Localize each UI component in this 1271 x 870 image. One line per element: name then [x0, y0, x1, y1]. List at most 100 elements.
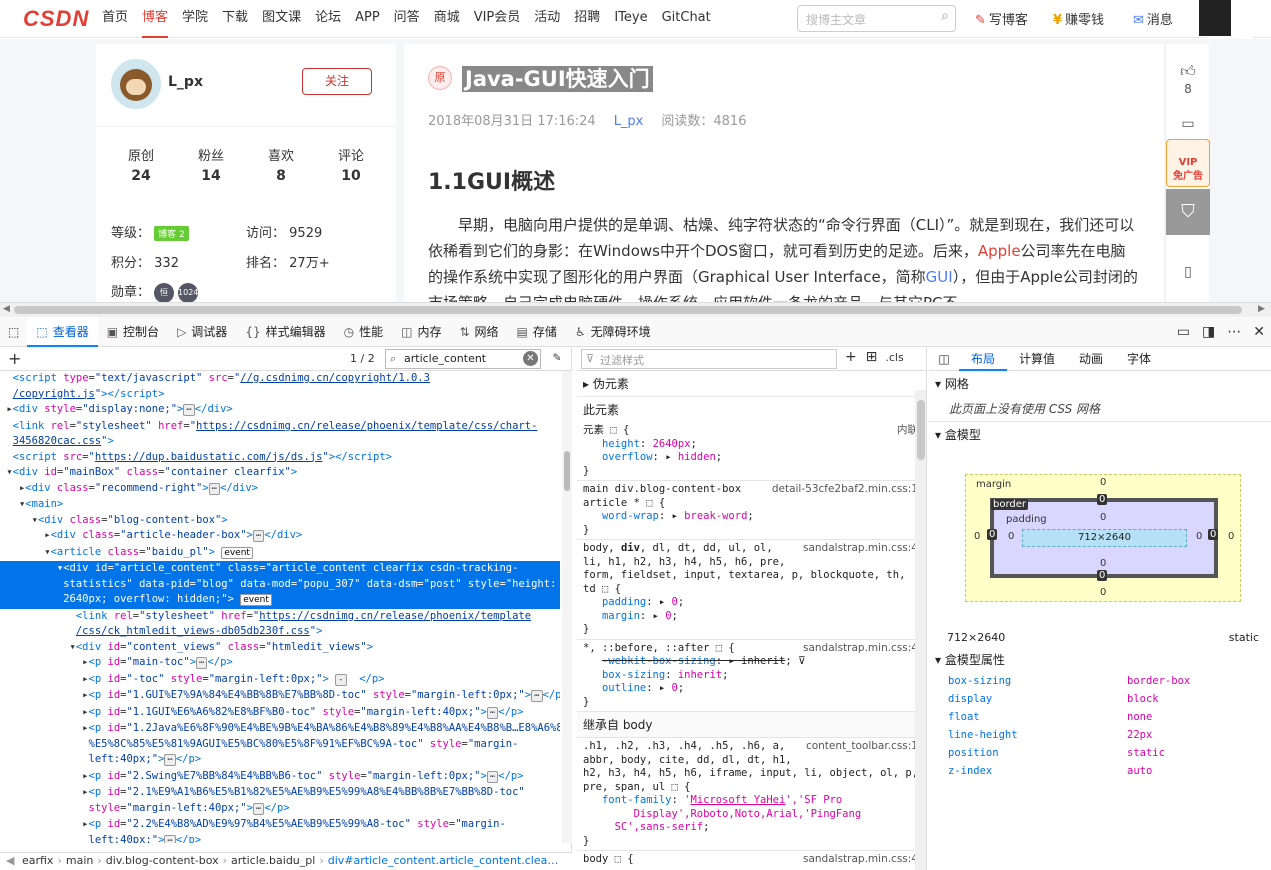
markup-node[interactable]: ▸<p id="2.1%E9%A1%B6%E5%B1%82%E5%AE%B9%E…	[0, 785, 560, 801]
markup-node[interactable]: ▸<p id="2.Swing%E7%BB%84%E4%BB%B6-toc" s…	[0, 769, 560, 786]
add-rule-icon[interactable]: +	[845, 349, 857, 365]
margin-left-value[interactable]: 0	[974, 531, 980, 542]
filter-styles-input[interactable]: ⊽ 过滤样式	[581, 349, 837, 369]
close-devtools-icon[interactable]: ✕	[1253, 324, 1265, 340]
nav-item-8[interactable]: 商城	[434, 0, 460, 38]
box-property-value[interactable]: none	[1127, 708, 1152, 726]
scroll-left-icon[interactable]: ◀	[3, 304, 10, 314]
boxprops-toggle[interactable]: ▾ 盒模型属性	[935, 649, 1265, 672]
markup-node[interactable]: <script type="text/javascript" src="//g.…	[0, 371, 560, 387]
markup-node[interactable]: <link rel="stylesheet" href="https://csd…	[0, 419, 560, 435]
markup-node[interactable]: ▸<p id="1.GUI%E7%9A%84%E4%BB%8B%E7%BB%8D…	[0, 688, 560, 705]
markup-node[interactable]: 3456820cac.css">	[0, 434, 560, 450]
boxmodel-section-toggle[interactable]: ▾ 盒模型	[929, 421, 1271, 447]
pseudo-elements-toggle[interactable]: ▸ 伪元素	[577, 371, 926, 397]
eyedropper-icon[interactable]: ✎	[553, 350, 561, 365]
devtools-tab-0[interactable]: ⬚ 查看器	[27, 316, 98, 347]
shield-icon[interactable]: ⛉	[1166, 189, 1210, 235]
box-property-value[interactable]: 22px	[1127, 726, 1152, 744]
markup-node[interactable]: ▾<article class="baidu_pl"> event	[0, 545, 560, 562]
search-input[interactable]: 搜博主文章 ⌕	[797, 5, 956, 32]
nav-item-12[interactable]: ITeye	[614, 0, 647, 38]
element-picker-icon[interactable]: ⬚	[0, 317, 27, 347]
devtools-tab-7[interactable]: ▤ 存储	[508, 317, 566, 347]
stat-likes[interactable]: 喜欢 8	[246, 145, 316, 184]
nav-item-13[interactable]: GitChat	[662, 0, 711, 38]
breadcrumb-item[interactable]: main	[66, 854, 93, 867]
border-top-value[interactable]: 0	[1097, 494, 1108, 505]
nav-item-1[interactable]: 博客	[142, 0, 169, 38]
markup-node[interactable]: ▸<div style="display:none;"> ⋯ </div>	[0, 402, 560, 419]
markup-node[interactable]: ▸<p id="1.2Java%E6%8F%90%E4%BE%9B%E4%BA%…	[0, 721, 560, 737]
apple-link[interactable]: Apple	[978, 242, 1021, 260]
box-property-value[interactable]: block	[1127, 690, 1159, 708]
breadcrumb-item[interactable]: div.blog-content-box	[106, 854, 219, 867]
nav-item-10[interactable]: 活动	[534, 0, 560, 38]
margin-top-value[interactable]: 0	[1100, 477, 1106, 488]
nav-item-0[interactable]: 首页	[102, 0, 128, 38]
border-left-value[interactable]: 0	[987, 529, 998, 540]
vip-no-ads-button[interactable]: VIP 免广告	[1166, 139, 1210, 187]
author-name[interactable]: L_px	[168, 74, 203, 90]
markup-node[interactable]: %E5%8C%85%E5%81%9AGUI%E5%BC%80%E5%8F%91%…	[0, 737, 560, 753]
follow-button[interactable]: 关注	[302, 68, 372, 95]
page-horizontal-scrollbar[interactable]: ◀ ▶	[0, 302, 1271, 317]
nav-item-5[interactable]: 论坛	[315, 0, 341, 38]
nav-item-4[interactable]: 图文课	[262, 0, 301, 38]
devtools-tab-8[interactable]: ♿ 无障碍环境	[566, 317, 660, 347]
devtools-tab-3[interactable]: {} 样式编辑器	[236, 317, 334, 347]
markup-node[interactable]: left:40px;"> ⋯ </p>	[0, 752, 560, 769]
nav-item-7[interactable]: 问答	[394, 0, 420, 38]
markup-node[interactable]: style="margin-left:40px;"> ⋯ </p>	[0, 801, 560, 818]
tab-computed[interactable]: 计算值	[1007, 347, 1067, 371]
dock-icon[interactable]: ◨	[1202, 324, 1215, 340]
devtools-tab-2[interactable]: ▷ 调试器	[168, 317, 236, 347]
messages-link[interactable]: ✉ 消息	[1133, 9, 1173, 28]
toggle-sidebar-icon[interactable]: ◫	[929, 352, 959, 366]
earn-link[interactable]: ¥ 赚零钱	[1053, 9, 1104, 28]
responsive-icon[interactable]: ▭	[1177, 324, 1190, 340]
nav-item-2[interactable]: 学院	[182, 0, 208, 38]
comment-icon[interactable]: ▭	[1166, 116, 1210, 132]
markup-node[interactable]: ▾<div class="blog-content-box">	[0, 513, 560, 529]
margin-right-value[interactable]: 0	[1228, 531, 1234, 542]
tab-fonts[interactable]: 字体	[1115, 347, 1163, 371]
write-blog-link[interactable]: ✎ 写博客	[975, 9, 1028, 28]
box-property-value[interactable]: static	[1127, 744, 1165, 762]
content-size[interactable]: 712×2640	[1022, 529, 1187, 547]
border-bottom-value[interactable]: 0	[1097, 570, 1108, 581]
nav-item-11[interactable]: 招聘	[574, 0, 600, 38]
user-avatar[interactable]	[1199, 0, 1231, 36]
padding-bottom-value[interactable]: 0	[1100, 558, 1106, 569]
breadcrumb-item[interactable]: earfix	[22, 854, 53, 867]
markup-node[interactable]: <script src="https://dup.baidustatic.com…	[0, 450, 560, 466]
markup-node[interactable]: /copyright.js"></script>	[0, 387, 560, 403]
markup-node[interactable]: ▾<div id="mainBox" class="container clea…	[0, 465, 560, 481]
markup-node[interactable]: ▸<p id="main-toc"> ⋯ </p>	[0, 655, 560, 672]
border-right-value[interactable]: 0	[1208, 529, 1219, 540]
rules-scrollbar[interactable]	[915, 390, 926, 870]
markup-node[interactable]: <link rel="stylesheet" href="https://csd…	[0, 609, 560, 625]
devtools-tab-6[interactable]: ⇅ 网络	[450, 317, 507, 347]
stat-original[interactable]: 原创 24	[106, 145, 176, 184]
html-search-input[interactable]: ⌕ article_content ✕	[385, 349, 541, 369]
more-icon[interactable]: ⋯	[1227, 324, 1241, 340]
devtools-tab-4[interactable]: ◷ 性能	[335, 317, 393, 347]
cls-toggle[interactable]: .cls	[885, 351, 903, 364]
markup-node[interactable]: /css/ck_htmledit_views-db05db230f.css">	[0, 624, 560, 640]
devtools-tab-1[interactable]: ▣ 控制台	[98, 317, 168, 347]
margin-bottom-value[interactable]: 0	[1100, 587, 1106, 598]
markup-scrollbar[interactable]	[562, 371, 572, 843]
pseudo-class-icon[interactable]: ⊞	[866, 349, 878, 365]
nav-item-6[interactable]: APP	[355, 0, 380, 38]
medal-1024-icon[interactable]: 1024	[178, 282, 198, 302]
scroll-right-icon[interactable]: ▶	[1258, 304, 1265, 314]
box-property-value[interactable]: auto	[1127, 762, 1152, 780]
markup-node[interactable]: ▸<p id="-toc" style="margin-left:0px;"> …	[0, 672, 560, 689]
padding-right-value[interactable]: 0	[1196, 531, 1202, 542]
article-author-link[interactable]: L_px	[614, 114, 644, 129]
crumb-left-icon[interactable]: ◀	[6, 854, 18, 867]
csdn-logo[interactable]: CSDN	[23, 6, 89, 32]
stat-fans[interactable]: 粉丝 14	[176, 145, 246, 184]
markup-node[interactable]: ▸<div class="recommend-right"> ⋯ </div>	[0, 481, 560, 498]
